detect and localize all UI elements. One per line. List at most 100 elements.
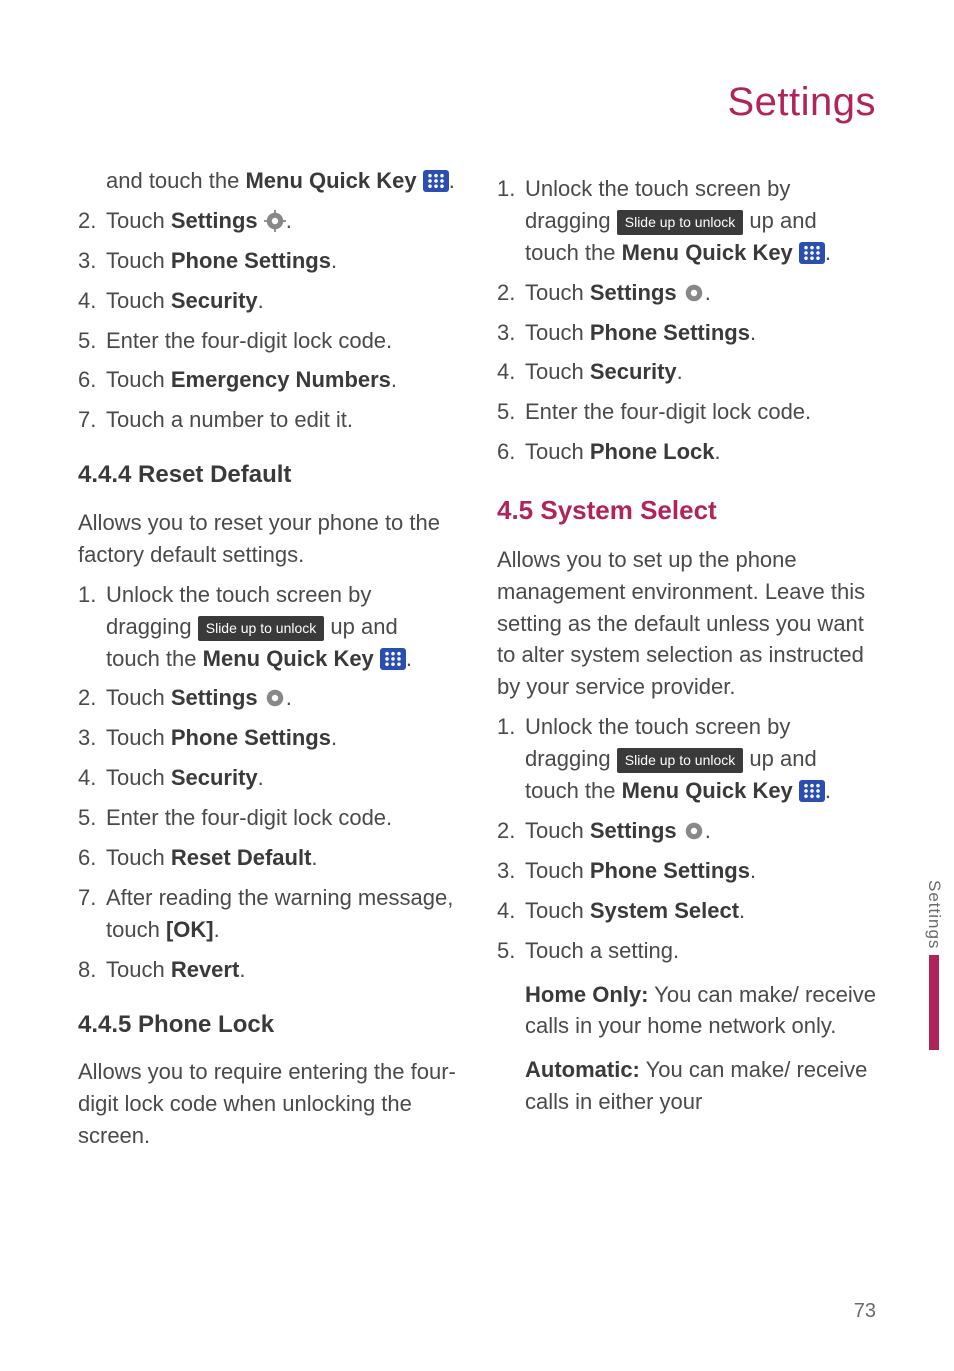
- step-number: 4.: [78, 762, 106, 794]
- text: Touch: [525, 359, 590, 384]
- step-number: 5.: [497, 396, 525, 428]
- section-intro: Allows you to set up the phone managemen…: [497, 544, 876, 703]
- text: .: [258, 765, 264, 790]
- phone-lock-label: Phone Lock: [590, 439, 715, 464]
- text: .: [286, 208, 292, 233]
- step-number: 3.: [497, 855, 525, 887]
- list-item: 2.Touch Settings .: [78, 682, 457, 714]
- menu-quick-key-label: Menu Quick Key: [245, 168, 422, 193]
- text: .: [739, 898, 745, 923]
- menu-quick-key-icon: [799, 242, 825, 264]
- gear-icon: [683, 281, 705, 303]
- text: .: [239, 957, 245, 982]
- text: .: [258, 288, 264, 313]
- list-item: 6.Touch Reset Default.: [78, 842, 457, 874]
- text: Touch: [106, 957, 171, 982]
- text: Touch: [525, 818, 590, 843]
- step-number: 5.: [78, 325, 106, 357]
- step-number: 1.: [78, 579, 106, 675]
- step-number: 6.: [497, 436, 525, 468]
- list-item: 8.Touch Revert.: [78, 954, 457, 986]
- step-number: 1.: [497, 173, 525, 269]
- reset-default-label: Reset Default: [171, 845, 312, 870]
- menu-quick-key-icon: [799, 780, 825, 802]
- step-number: 3.: [78, 722, 106, 754]
- option-block: Home Only: You can make/ receive calls i…: [497, 979, 876, 1043]
- step-number: 1.: [497, 711, 525, 807]
- list-item: 1.Unlock the touch screen by dragging Sl…: [497, 711, 876, 807]
- list-item: 4.Touch Security.: [497, 356, 876, 388]
- menu-quick-key-label: Menu Quick Key: [203, 646, 380, 671]
- emergency-numbers-label: Emergency Numbers: [171, 367, 391, 392]
- step-number: 2.: [497, 815, 525, 847]
- phone-settings-label: Phone Settings: [590, 858, 750, 883]
- page-number: 73: [854, 1300, 876, 1323]
- security-label: Security: [590, 359, 677, 384]
- step-number: 4.: [497, 356, 525, 388]
- text: .: [391, 367, 397, 392]
- list-item: 1.Unlock the touch screen by dragging Sl…: [78, 579, 457, 675]
- list-item: 5.Enter the four-digit lock code.: [78, 325, 457, 357]
- text: .: [214, 917, 220, 942]
- side-tab: Settings: [914, 880, 954, 1050]
- step-number: 2.: [78, 682, 106, 714]
- text: Enter the four-digit lock code.: [525, 396, 876, 428]
- step-number: 5.: [497, 935, 525, 967]
- list-item: 5.Enter the four-digit lock code.: [78, 802, 457, 834]
- section-heading-445: 4.4.5 Phone Lock: [78, 1008, 457, 1043]
- text: Touch: [106, 685, 171, 710]
- text: .: [406, 646, 412, 671]
- ok-label: [OK]: [166, 917, 214, 942]
- page-title: Settings: [78, 80, 876, 125]
- slide-unlock-chip: Slide up to unlock: [617, 748, 744, 773]
- list-item: 3.Touch Phone Settings.: [497, 317, 876, 349]
- step-number: 3.: [78, 245, 106, 277]
- text: .: [705, 818, 711, 843]
- text: Touch: [525, 280, 590, 305]
- step-number: 8.: [78, 954, 106, 986]
- list-item: 3.Touch Phone Settings.: [78, 722, 457, 754]
- text: .: [331, 725, 337, 750]
- section-intro: Allows you to reset your phone to the fa…: [78, 507, 457, 571]
- text: .: [449, 168, 455, 193]
- text: .: [677, 359, 683, 384]
- gear-icon: [264, 686, 286, 708]
- list-item: 3.Touch Phone Settings.: [497, 855, 876, 887]
- text: Touch: [106, 248, 171, 273]
- step-number: 7.: [78, 404, 106, 436]
- left-column: and touch the Menu Quick Key . 2.Touch S…: [78, 165, 457, 1160]
- home-only-label: Home Only:: [525, 982, 648, 1007]
- text: Touch: [106, 367, 171, 392]
- content-columns: and touch the Menu Quick Key . 2.Touch S…: [78, 165, 876, 1160]
- option-block: Automatic: You can make/ receive calls i…: [497, 1054, 876, 1118]
- text: Touch: [525, 898, 590, 923]
- slide-unlock-chip: Slide up to unlock: [198, 616, 325, 641]
- step-number: 6.: [78, 364, 106, 396]
- list-item: 4.Touch System Select.: [497, 895, 876, 927]
- menu-quick-key-icon: [423, 170, 449, 192]
- step-number: 3.: [497, 317, 525, 349]
- list-item: 7.After reading the warning message, tou…: [78, 882, 457, 946]
- list-item: 4.Touch Security.: [78, 762, 457, 794]
- text: Touch: [106, 208, 171, 233]
- step-number: 5.: [78, 802, 106, 834]
- step-number: 4.: [497, 895, 525, 927]
- gear-icon: [683, 819, 705, 841]
- automatic-label: Automatic:: [525, 1057, 640, 1082]
- text: .: [825, 240, 831, 265]
- security-label: Security: [171, 288, 258, 313]
- step-number: 7.: [78, 882, 106, 946]
- security-label: Security: [171, 765, 258, 790]
- menu-quick-key-label: Menu Quick Key: [622, 240, 799, 265]
- list-item: 6.Touch Emergency Numbers.: [78, 364, 457, 396]
- text: .: [705, 280, 711, 305]
- right-column: 1.Unlock the touch screen by dragging Sl…: [497, 165, 876, 1160]
- text: .: [286, 685, 292, 710]
- list-item: 6.Touch Phone Lock.: [497, 436, 876, 468]
- menu-quick-key-icon: [380, 648, 406, 670]
- text: Enter the four-digit lock code.: [106, 802, 457, 834]
- list-item: 1.Unlock the touch screen by dragging Sl…: [497, 173, 876, 269]
- text: Touch: [525, 858, 590, 883]
- menu-quick-key-label: Menu Quick Key: [622, 778, 799, 803]
- slide-unlock-chip: Slide up to unlock: [617, 210, 744, 235]
